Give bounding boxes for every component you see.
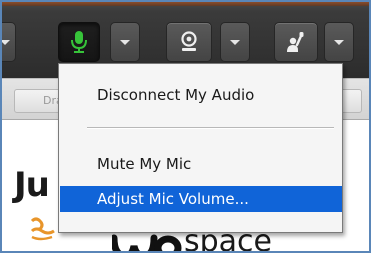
logo-partial-text: Ju xyxy=(14,165,50,205)
menu-item-mute-mic[interactable]: Mute My Mic xyxy=(59,152,342,176)
webcam-button[interactable] xyxy=(166,22,212,62)
menu-item-label: Adjust Mic Volume... xyxy=(97,190,249,208)
menu-item-label: Mute My Mic xyxy=(97,155,192,173)
raise-hand-button[interactable] xyxy=(274,22,318,62)
chevron-down-icon xyxy=(230,39,240,45)
webcam-icon xyxy=(181,31,197,51)
left-dropdown-arrow-button[interactable] xyxy=(0,22,16,62)
microphone-options-button[interactable] xyxy=(110,22,140,62)
menu-item-label: Disconnect My Audio xyxy=(97,86,255,104)
chevron-down-icon xyxy=(120,39,130,45)
screenshot-stage: Dra Ju space Disconnect My Audio Mute My… xyxy=(0,0,371,253)
microphone-icon xyxy=(71,31,87,53)
menu-item-disconnect-audio[interactable]: Disconnect My Audio xyxy=(59,83,342,107)
toolbar-top-accent xyxy=(2,2,369,6)
logo-black-mark-icon xyxy=(112,234,182,253)
chevron-down-icon xyxy=(0,39,10,45)
raise-hand-icon xyxy=(287,32,304,52)
menu-item-adjust-mic-volume[interactable]: Adjust Mic Volume... xyxy=(60,186,342,212)
menu-separator xyxy=(87,127,334,129)
microphone-button[interactable] xyxy=(58,22,100,62)
raise-hand-options-button[interactable] xyxy=(324,22,354,62)
logo-orange-mark-icon xyxy=(30,217,55,241)
microphone-options-menu: Disconnect My Audio Mute My Mic Adjust M… xyxy=(58,63,343,233)
chevron-down-icon xyxy=(334,39,344,45)
webcam-options-button[interactable] xyxy=(220,22,250,62)
